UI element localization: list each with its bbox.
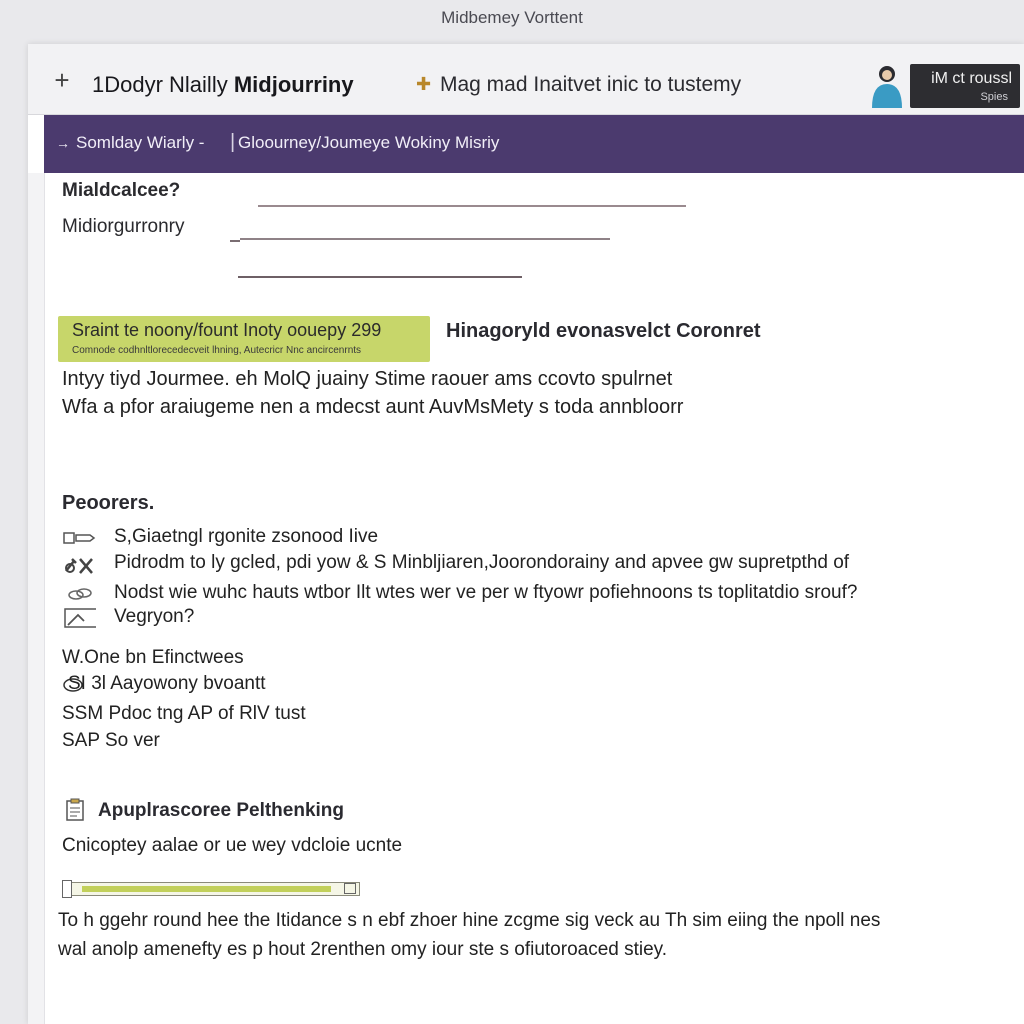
field-label: Midiorgurronry [62,216,185,237]
list-item-text: S,Giaetngl rgonite zsonood Iive [114,526,379,547]
chart-icon [64,608,96,628]
chevron-right-icon[interactable]: → [56,135,70,151]
app-title-prefix: 1Dodyr Nlailly [92,72,234,97]
input-underline-2[interactable] [240,238,610,240]
callout-sub: Comnode codhnltlorecedecveit lhning, Aut… [72,345,362,356]
app-title-bold: Midjourriny [233,72,354,97]
plain-line-1: W.One bn Efinctwees [62,647,244,668]
progress-cap-left [62,880,72,898]
progress-cap-right[interactable] [344,883,356,894]
input-underline-1[interactable] [258,205,686,207]
plain-line-3: SSM Pdoc tng AP of RlV tust [62,703,306,724]
list-item-text: Nodst wie wuhc hauts wtbor Ilt wtes wer … [114,582,858,603]
progress-bar [62,880,362,898]
highlight-callout[interactable]: Sraint te noony/fount Inoty oouepy 299 C… [58,316,430,362]
input-underline-2-cap [230,240,240,242]
sparkle-icon: ✚ [416,74,432,94]
plain-line-4: SAP So ver [62,730,160,751]
nav-bar: → Somlday Wiarly - | Gloourney/Joumeye W… [44,115,1024,173]
list-item-text: Vegryon? [114,606,195,627]
plain-line-2-text: SI 3l Aayowony bvoantt [68,673,266,694]
account-sub: Spies [980,91,1008,103]
nav-item-2[interactable]: Gloourney/Joumeye Wokiny Misriy [238,133,499,153]
tools-icon [65,558,93,574]
plus-icon[interactable]: + [50,67,74,93]
approach-text: Cnicoptey aalae or ue wey vdcloie ucnte [62,835,403,856]
callout-main: Sraint te noony/fount Inoty oouepy 299 [72,320,382,340]
approach-heading: Apuplrascoree Pelthenking [98,800,345,821]
link-icon [68,588,92,600]
process-heading: Peoorers. [62,492,155,514]
account-name: iM ct roussl [931,70,1012,87]
input-underline-3[interactable] [238,276,522,278]
tag-icon [63,532,96,544]
header-tagline: Mag mad Inaitvet inic to tustemy [440,73,742,96]
avatar[interactable] [868,62,906,108]
callout-heading: Hinagoryld evonasvelct Coronret [446,320,761,342]
progress-fill [82,886,331,892]
account-badge[interactable]: iM ct roussl Spies [910,64,1020,108]
sidebar-edge [28,173,45,1024]
form-heading: Mialdcalcee? [62,180,181,201]
nav-item-1[interactable]: Somlday Wiarly - [76,133,204,153]
app-title: 1Dodyr Nlailly Midjourriny [92,72,354,98]
list-item-text: Pidrodm to ly gcled, pdi yow & S Minblji… [114,552,850,573]
footer-line-2: wal anolp amenefty es p hout 2renthen om… [58,939,668,960]
intro-line-2: Wfa a pfor araiugeme nen a mdecst aunt A… [62,396,684,418]
clipboard-icon [66,798,84,821]
nav-separator: | [230,131,236,153]
intro-line-1: Intyy tiyd Jourmee. eh MolQ juainy Stime… [62,368,673,390]
footer-line-1: To h ggehr round hee the Itidance s n eb… [58,910,881,931]
window-title: Midbemey Vorttent [441,8,583,27]
